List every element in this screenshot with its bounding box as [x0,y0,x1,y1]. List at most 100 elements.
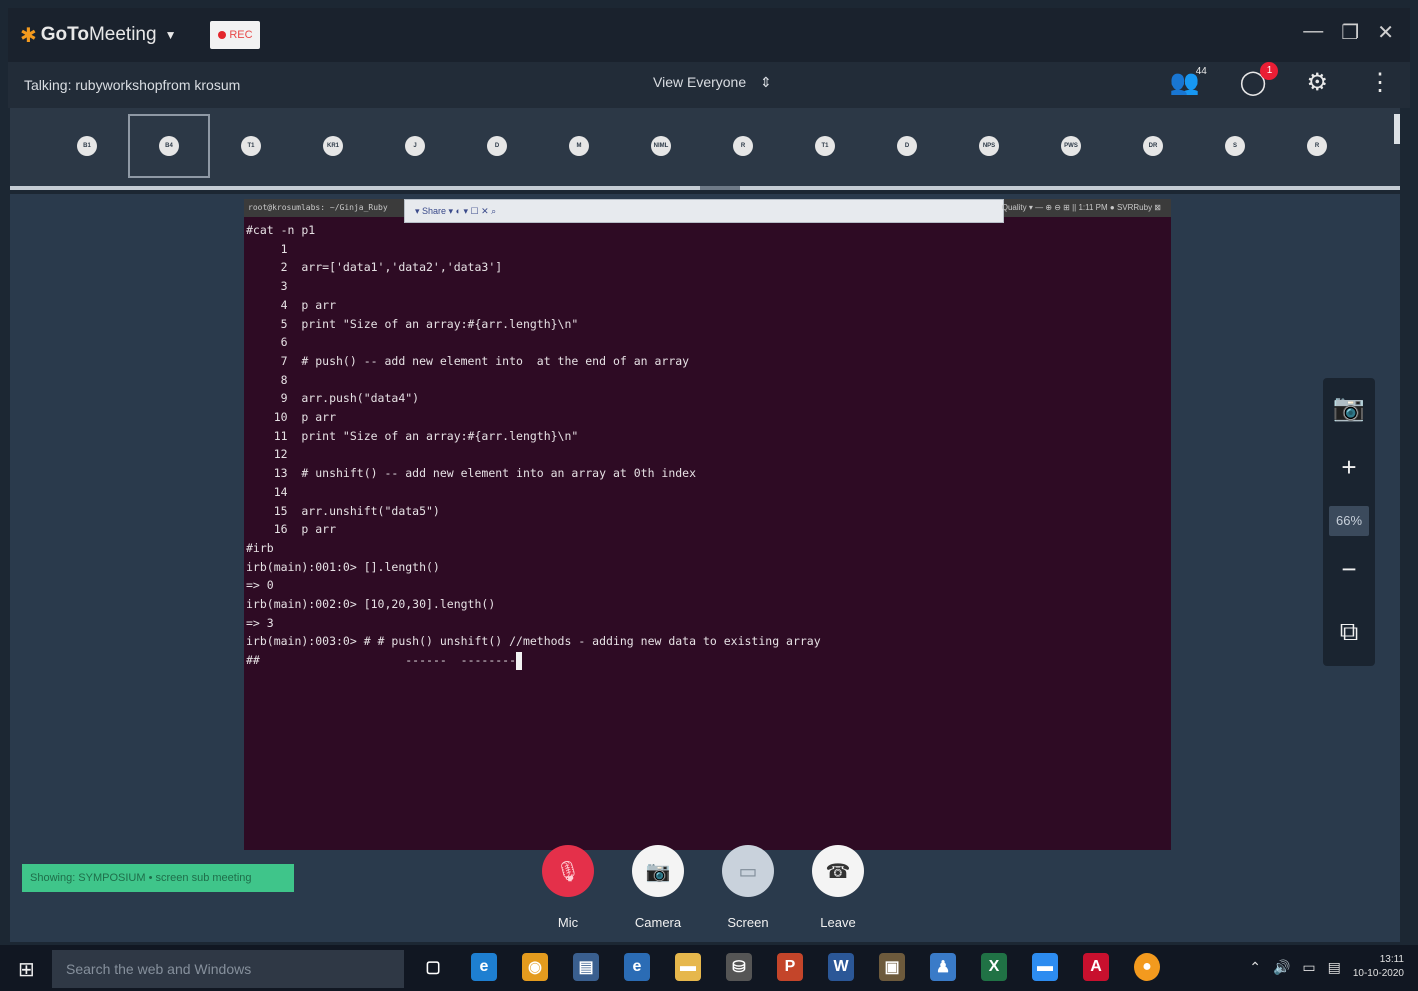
attendee-tile[interactable]: KR1 [292,114,374,178]
network-icon[interactable]: ▭ [1302,959,1315,976]
pop-out-button[interactable]: ⧉ [1323,616,1375,648]
attendee-tile[interactable]: T1 [784,114,866,178]
terminal-line: 14 [246,484,288,499]
strip-scrollbar[interactable] [1394,114,1400,144]
minimize-button[interactable]: — [1303,20,1323,45]
attendee-tile[interactable]: D [456,114,538,178]
window-controls: — ❐ ✕ [1303,20,1394,45]
settings-button[interactable]: ⚙ [1306,68,1328,97]
terminal-line: => 3 [246,615,274,630]
camera-button[interactable]: 📷 Camera [628,845,688,930]
attendee-tile[interactable]: R [702,114,784,178]
taskbar-search-box[interactable]: Search the web and Windows [52,950,404,988]
people-app-icon[interactable]: ♟ [930,953,956,981]
taskbar-clock[interactable]: 13:11 10-10-2020 [1353,953,1404,981]
terminal-line: 5 print "Size of an array:#{arr.length}\… [246,316,579,331]
terminal-line: 1 [246,241,288,256]
strip-resize-handle[interactable] [700,186,740,190]
chat-button[interactable]: ◯ 1 [1240,62,1279,97]
attendee-tile[interactable]: PWS [1030,114,1112,178]
volume-icon[interactable]: 🔊 [1273,959,1290,976]
restore-button[interactable]: ❐ [1341,20,1359,45]
terminal-underline: ------ -------- [259,653,517,668]
attendees-button[interactable]: 👥 44 [1170,66,1207,97]
edge-icon[interactable]: e [471,953,497,981]
app-icon[interactable]: ▣ [879,953,905,981]
terminal-line: 16 p arr [246,522,337,537]
powerpoint-icon[interactable]: P [777,953,803,981]
gotomeeting-taskbar-icon[interactable]: ● [1134,953,1160,981]
view-everyone-selector[interactable]: View Everyone ⇕ [653,74,772,91]
mic-label: Mic [557,915,579,930]
attendee-avatar: R [733,136,753,156]
attendee-tile[interactable]: S [1194,114,1276,178]
kebab-menu-icon: ⋮ [1368,69,1392,96]
attendee-avatar: R [1307,136,1327,156]
attendee-tile[interactable]: NIML [620,114,702,178]
terminal-line: 3 [246,279,288,294]
attendee-tile[interactable]: R [1276,114,1358,178]
logo-goto: GoTo [40,24,89,45]
screen-share-toolbar[interactable]: ▾ Share ▾ ◐ ▾ ☐ ✕ ⌕ [404,199,1004,223]
screen-button[interactable]: ▭ Screen [718,845,778,930]
attendee-avatar: B4 [159,136,179,156]
remote-system-tray: Quality ▾ — ⊕ ⊖ ⊞ || 1:11 PM ● SVRRuby ⊠ [1001,203,1161,212]
taskbar-apps: ▢ e ◉ ▤ e ▬ ⛁ P W ▣ ♟ X ▬ A ● [420,953,1160,981]
camera-off-icon: 📷 [632,845,684,897]
snapshot-button[interactable]: 📷 [1323,392,1375,423]
attendee-tile[interactable]: NPS [948,114,1030,178]
attendee-tile[interactable]: M [538,114,620,178]
clock-time: 13:11 [1379,954,1404,965]
task-view-icon[interactable]: ▢ [420,953,446,981]
mic-muted-icon: 🎙 [542,845,594,897]
internet-explorer-icon[interactable]: e [624,953,650,981]
talkbar-actions: 👥 44 ◯ 1 ⚙ ⋮ [1170,62,1392,97]
chat-app-icon[interactable]: ▬ [1032,953,1058,981]
camera-snapshot-icon: 📷 [1332,392,1366,422]
plus-icon: + [1341,452,1357,482]
gotomeeting-logo-icon: ✱ [20,24,37,47]
chrome-icon[interactable]: ◉ [522,953,548,981]
acrobat-icon[interactable]: A [1083,953,1109,981]
attendee-strip: B1 B4 T1 KR1 J D M NIML R T1 D NPS PWS D… [10,108,1400,190]
terminal-window: root@krosumlabs: ~/Ginja_Ruby ▾ Share ▾ … [244,199,1171,850]
attendee-tile[interactable]: J [374,114,456,178]
app-menu[interactable]: ✱ GoTo Meeting ▼ [20,23,176,48]
store-icon[interactable]: ⛁ [726,953,752,981]
zoom-out-button[interactable]: − [1323,554,1375,585]
terminal-line: 6 [246,335,288,350]
terminal-line: 4 p arr [246,297,337,312]
zoom-in-button[interactable]: + [1323,452,1375,483]
attendee-tile-active[interactable]: B4 [128,114,210,178]
attendee-avatar: PWS [1061,136,1081,156]
close-button[interactable]: ✕ [1377,20,1394,45]
attendee-tile[interactable]: D [866,114,948,178]
rec-label: REC [229,29,253,41]
record-dot-icon [218,31,227,39]
attendee-tile[interactable]: B1 [46,114,128,178]
leave-button[interactable]: ☎ Leave [808,845,868,930]
chevron-up-icon[interactable]: ⌃ [1249,959,1261,976]
attendee-avatar: S [1225,136,1245,156]
file-explorer-icon[interactable]: ▤ [573,953,599,981]
notification-icon[interactable]: ▤ [1328,959,1341,976]
word-icon[interactable]: W [828,953,854,981]
more-options-button[interactable]: ⋮ [1368,68,1392,97]
windows-taskbar: ⊞ Search the web and Windows ▢ e ◉ ▤ e ▬… [0,945,1418,991]
attendee-tile[interactable]: DR [1112,114,1194,178]
excel-icon[interactable]: X [981,953,1007,981]
terminal-line: #irb [246,540,274,555]
minus-icon: − [1341,554,1357,584]
terminal-line: 10 p arr [246,410,337,425]
mic-button[interactable]: 🎙 Mic [538,845,598,930]
chevron-down-icon: ▼ [164,28,177,42]
attendee-tile[interactable]: T1 [210,114,292,178]
windows-start-icon[interactable]: ⊞ [18,957,35,982]
attendee-avatar: DR [1143,136,1163,156]
pop-out-icon: ⧉ [1339,616,1359,646]
attendee-avatar: B1 [77,136,97,156]
terminal-prompt: ## [246,653,260,668]
folder-icon[interactable]: ▬ [675,953,701,981]
terminal-line: #cat -n p1 [246,223,316,237]
terminal-line: 7 # push() -- add new element into at th… [246,353,690,368]
